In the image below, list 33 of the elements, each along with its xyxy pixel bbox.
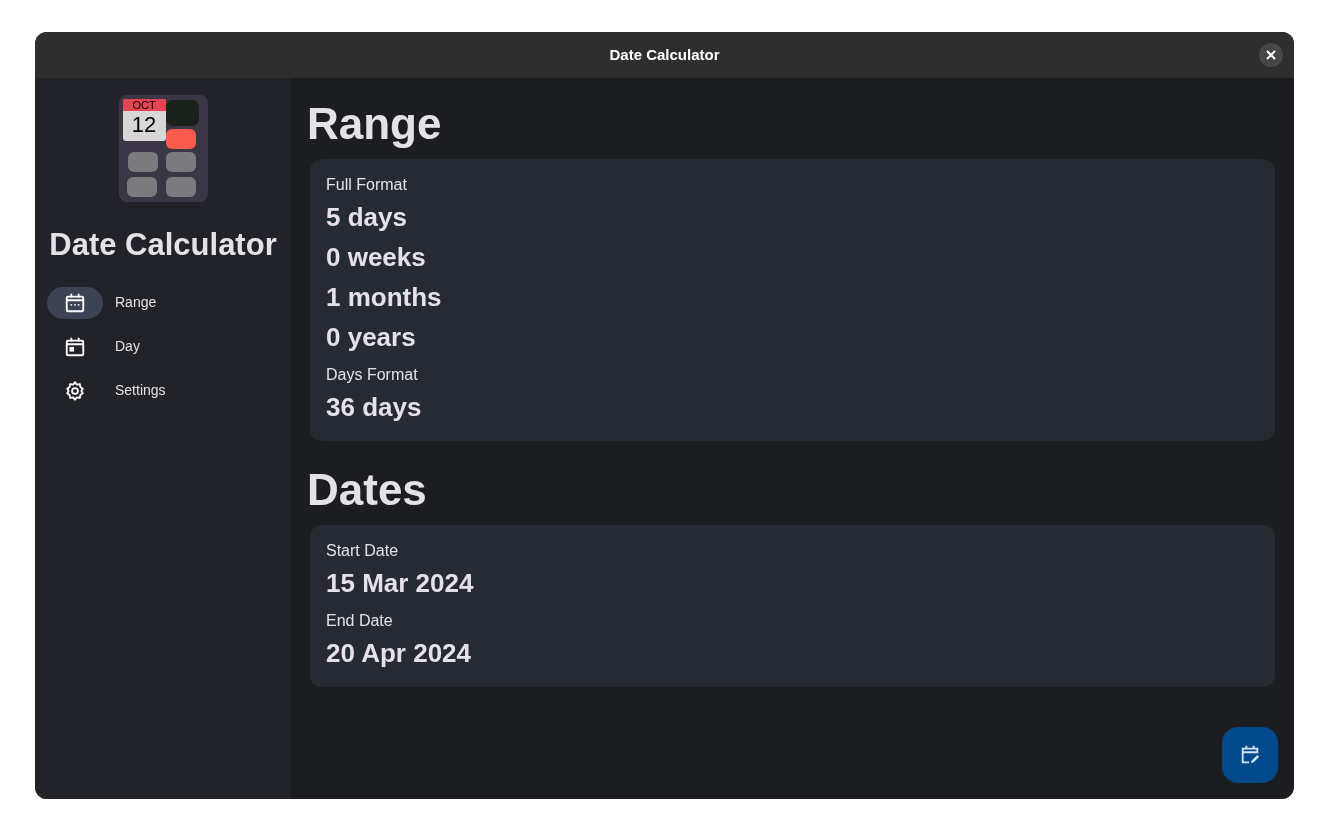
calculator-key [165,177,196,197]
field-value: 1 months [326,281,442,314]
logo-day-text: 12 [131,111,157,139]
field-value: 15 Mar 2024 [326,567,474,600]
field-label: Start Date [326,541,400,561]
window-title: Date Calculator [609,44,720,65]
nav-item[interactable]: Day [47,330,279,363]
section-heading: Range [307,98,443,150]
calculator-key [126,177,157,197]
close-icon [1266,50,1276,60]
close-button[interactable] [1259,43,1283,67]
field-value: 5 days [326,201,407,234]
nav-item[interactable]: Settings [47,374,279,407]
calculator-key [127,152,158,172]
nav-item[interactable]: Range [47,286,279,319]
settings-icon [64,379,86,402]
calendar-icon [64,291,86,314]
field-label: Full Format [326,175,408,195]
section-heading: Dates [307,464,428,516]
logo-month-text: OCT [132,99,156,111]
field-label: Days Format [326,365,419,385]
field-value: 20 Apr 2024 [326,637,472,670]
field-value: 0 weeks [326,241,426,274]
field-label: End Date [326,611,394,631]
app-name: Date Calculator [49,226,277,264]
calculator-key [165,129,196,149]
field-value: 0 years [326,321,416,354]
calculator-display [165,100,199,126]
calendar-edit-icon [1239,744,1261,766]
edit-dates-button[interactable] [1222,727,1278,783]
field-value: 36 days [326,391,422,424]
calculator-key [165,152,196,172]
calendar-day-icon [64,335,86,358]
